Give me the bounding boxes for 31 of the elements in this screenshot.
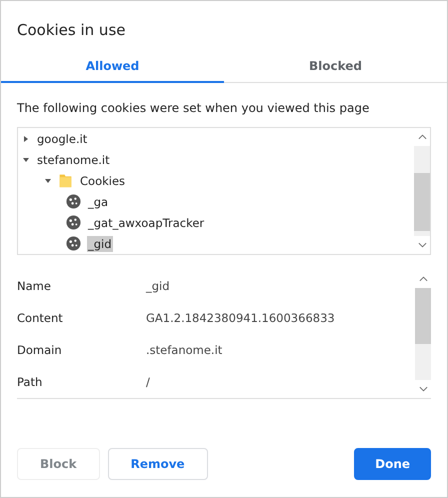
tab[interactable]: Blocked [224, 51, 447, 83]
cookie-icon [66, 236, 81, 251]
scroll-down-icon[interactable] [418, 242, 426, 248]
cookie-icon [66, 194, 81, 209]
action-button[interactable]: Remove [108, 448, 208, 480]
tree-item[interactable]: google.it [36, 130, 88, 146]
tree-item[interactable]: _gid [87, 236, 113, 252]
tree-item[interactable]: _ga [87, 194, 110, 210]
description-text: The following cookies were set when you viewed this page [16, 100, 370, 117]
detail-label: Path [17, 375, 44, 389]
cookie-icon [66, 215, 81, 230]
scroll-down-icon[interactable] [418, 386, 428, 392]
tree-item[interactable]: _gat_awxoapTracker [87, 214, 206, 230]
detail-value: _gid [146, 279, 170, 293]
expand-arrow-icon[interactable] [22, 156, 30, 164]
folder-icon [58, 173, 73, 188]
detail-value: GA1.2.1842380941.1600366833 [146, 311, 335, 325]
detail-label: Content [17, 311, 64, 325]
detail-label: Domain [17, 343, 63, 357]
detail-value: .stefanome.it [146, 343, 222, 357]
tree-item[interactable]: Cookies [79, 172, 126, 188]
detail-value: / [146, 375, 150, 389]
detail-label: Name [17, 279, 52, 293]
tab[interactable]: Allowed [1, 51, 224, 83]
tree-item[interactable]: stefanome.it [36, 152, 111, 168]
done-button[interactable]: Done [354, 448, 431, 480]
dialog-title: Cookies in use [16, 20, 126, 41]
expand-arrow-icon[interactable] [22, 134, 30, 142]
scroll-up-icon[interactable] [418, 134, 426, 140]
expand-arrow-icon[interactable] [44, 176, 52, 184]
scroll-up-icon[interactable] [418, 276, 428, 282]
